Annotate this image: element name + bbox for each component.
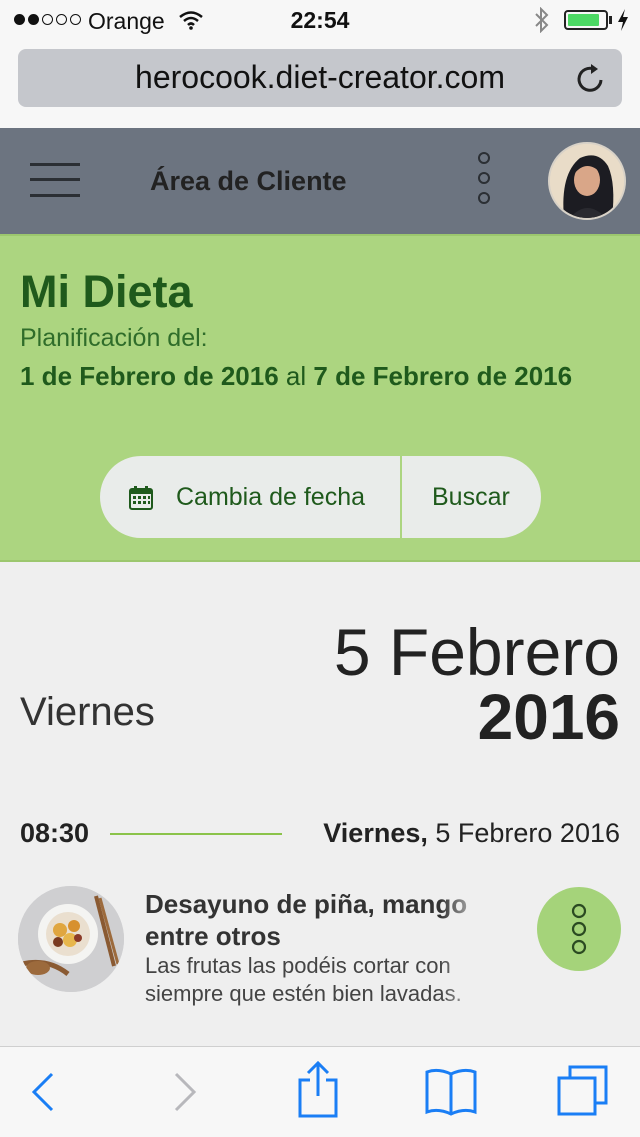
plan-end-date: 7 de Febrero de 2016 xyxy=(313,361,573,391)
calendar-icon xyxy=(129,486,153,510)
tabs-icon[interactable] xyxy=(556,1064,610,1118)
battery-cap xyxy=(609,16,612,24)
bookmarks-icon[interactable] xyxy=(424,1066,478,1116)
change-date-label[interactable]: Cambia de fecha xyxy=(176,483,365,512)
meal-weekday: Viernes, xyxy=(323,818,428,848)
battery-icon xyxy=(564,10,608,30)
diet-title: Mi Dieta xyxy=(20,266,193,317)
meal-description: Las frutas las podéis cortar con siempre… xyxy=(145,953,462,1006)
share-icon[interactable] xyxy=(296,1060,340,1120)
header-title: Área de Cliente xyxy=(150,166,347,196)
meal-title[interactable]: Desayuno de piña, mango entre otros xyxy=(145,888,487,954)
meal-date: Viernes, 5 Febrero 2016 xyxy=(323,818,620,849)
plan-range: 1 de Febrero de 2016 al 7 de Febrero de … xyxy=(20,358,620,394)
menu-icon[interactable] xyxy=(30,163,80,197)
reload-icon[interactable] xyxy=(576,62,606,94)
avatar[interactable] xyxy=(548,142,626,220)
search-button-label[interactable]: Buscar xyxy=(432,483,510,512)
url-text[interactable]: herocook.diet-creator.com xyxy=(18,59,622,96)
meal-date-text: 5 Febrero 2016 xyxy=(435,818,620,848)
meal-thumbnail[interactable] xyxy=(18,886,124,992)
meal-options-button[interactable] xyxy=(537,887,621,971)
date-day-month: 5 Febrero xyxy=(333,615,620,689)
date-year: 2016 xyxy=(477,681,620,753)
meal-photo xyxy=(18,886,124,992)
back-icon[interactable] xyxy=(30,1072,56,1112)
forward-icon[interactable] xyxy=(172,1072,198,1112)
plan-connector: al xyxy=(285,361,307,391)
plan-start-date: 1 de Febrero de 2016 xyxy=(20,361,279,391)
more-icon[interactable] xyxy=(476,152,496,206)
meal-time: 08:30 xyxy=(20,818,90,848)
text-fade xyxy=(440,888,490,1010)
plan-label: Planificación del: xyxy=(20,324,208,352)
charging-icon xyxy=(618,9,628,31)
avatar-image xyxy=(550,144,624,218)
weekday-label: Viernes xyxy=(20,690,155,734)
timeline-divider xyxy=(110,833,282,835)
bluetooth-icon xyxy=(535,7,549,33)
more-icon xyxy=(571,903,587,955)
battery-level xyxy=(568,14,599,26)
